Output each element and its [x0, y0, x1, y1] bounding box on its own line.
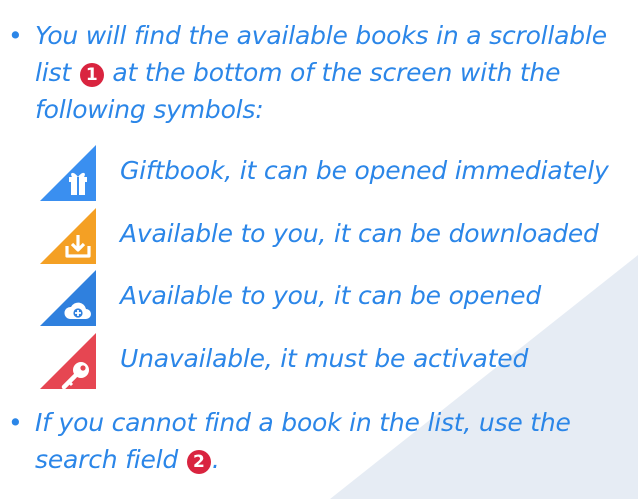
- bullet-text-start: If you cannot find a book in the list, u…: [35, 408, 571, 474]
- bullet-text: If you cannot find a book in the list, u…: [35, 404, 633, 478]
- bullet-point: •: [8, 408, 23, 437]
- legend-label-unavailable: Unavailable, it must be activated: [120, 344, 529, 373]
- download-icon: [40, 208, 96, 264]
- bullet-text-end: .: [211, 445, 220, 474]
- legend-label-downloadable: Available to you, it can be downloaded: [120, 219, 599, 248]
- bullet-text: You will find the available books in a s…: [35, 17, 633, 128]
- help-panel: • You will find the available books in a…: [0, 0, 638, 499]
- gift-icon: [40, 145, 96, 201]
- legend-row-downloadable: Available to you, it can be downloaded: [40, 208, 635, 264]
- bullet-text-end: at the bottom of the screen with the fol…: [35, 58, 561, 124]
- callout-badge-2: 2: [186, 450, 211, 474]
- legend-label-giftbook: Giftbook, it can be opened immediately: [120, 156, 609, 185]
- bullet-search-hint: • If you cannot find a book in the list,…: [8, 404, 633, 478]
- key-icon: [40, 333, 96, 389]
- legend-label-openable: Available to you, it can be opened: [120, 281, 542, 310]
- callout-badge-1: 1: [79, 63, 104, 87]
- bullet-point: •: [8, 21, 23, 50]
- cloud-plus-icon: [40, 270, 96, 326]
- legend-row-openable: Available to you, it can be opened: [40, 270, 635, 326]
- legend-row-giftbook: Giftbook, it can be opened immediately: [40, 145, 635, 201]
- bullet-book-list: • You will find the available books in a…: [8, 17, 633, 128]
- legend-row-unavailable: Unavailable, it must be activated: [40, 333, 635, 389]
